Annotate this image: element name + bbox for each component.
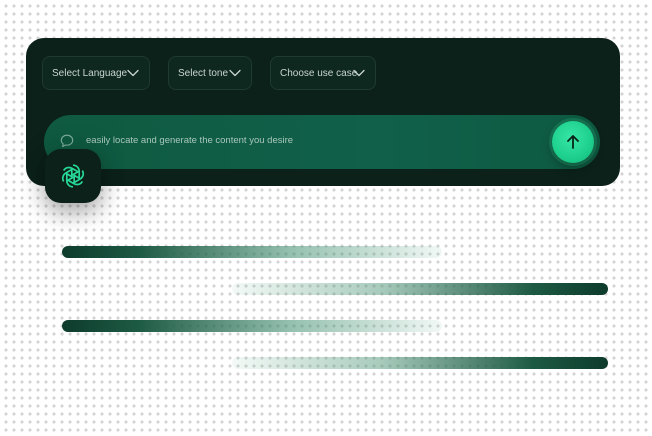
send-button[interactable] <box>552 121 594 163</box>
prompt-panel: Select Language Select tone Choose use c… <box>26 38 620 186</box>
prompt-text: easily locate and generate the content y… <box>86 135 294 146</box>
openai-logo-icon <box>61 164 85 188</box>
content-placeholder-line <box>62 246 442 258</box>
use-case-dropdown[interactable]: Choose use case <box>270 56 376 90</box>
use-case-dropdown-label: Choose use case <box>280 67 358 79</box>
tone-dropdown[interactable]: Select tone <box>168 56 252 90</box>
content-placeholder-line <box>232 283 608 295</box>
openai-logo-badge <box>45 149 101 203</box>
chevron-down-icon <box>127 69 139 77</box>
content-placeholder-line <box>62 320 442 332</box>
chevron-down-icon <box>353 69 365 77</box>
language-dropdown[interactable]: Select Language <box>42 56 150 90</box>
tone-dropdown-label: Select tone <box>178 67 229 79</box>
chat-bubble-icon <box>60 134 74 148</box>
arrow-up-icon <box>567 135 579 149</box>
prompt-input[interactable]: easily locate and generate the content y… <box>44 115 600 169</box>
chevron-down-icon <box>229 69 241 77</box>
language-dropdown-label: Select Language <box>52 67 128 79</box>
content-placeholder-line <box>232 357 608 369</box>
